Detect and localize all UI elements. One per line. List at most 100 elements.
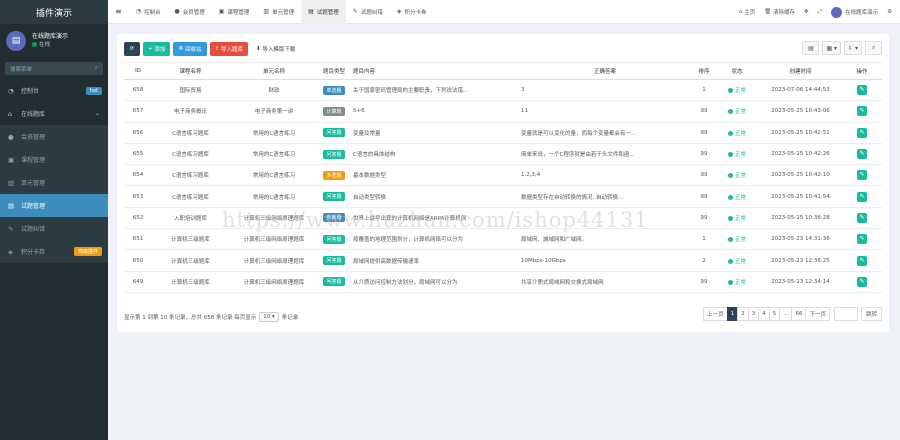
correct-answer: 变量就是可以变化的量，而每个变量都会有一...: [521, 130, 637, 137]
edit-icon[interactable]: ✎: [857, 255, 867, 266]
table-cell: 正常: [715, 271, 759, 293]
app-logo[interactable]: 插件演示: [0, 0, 108, 24]
sidebar-item-label: 在线题库: [21, 111, 46, 118]
sort-value: 99: [700, 193, 708, 200]
table-cell: 多选题: [319, 164, 349, 187]
table-cell: 657: [124, 100, 152, 123]
avatar[interactable]: ▤: [6, 31, 26, 51]
status-label: 正常: [734, 279, 746, 286]
column-header[interactable]: 操作: [842, 62, 882, 80]
sidebar-item-2[interactable]: ● 会员管理: [0, 125, 108, 148]
home-link[interactable]: ⌂ 主页: [739, 8, 755, 16]
tab-6[interactable]: ◈ 积分卡券: [390, 0, 434, 24]
sidebar-item-4[interactable]: ▥ 单元管理: [0, 171, 108, 194]
row-id: 653: [132, 193, 144, 200]
edit-icon[interactable]: ✎: [857, 212, 867, 223]
table-row[interactable]: 656 C语言练习题库 常用的C语言练习 问答题 变量及常量 变量就是可以变化的量，而每个…: [124, 122, 882, 144]
edit-icon[interactable]: ✎: [857, 127, 867, 138]
column-header[interactable]: 排序: [693, 62, 715, 80]
edit-icon[interactable]: ✎: [857, 149, 867, 160]
tab-3[interactable]: ▥ 单元管理: [256, 0, 301, 24]
column-header[interactable]: 题目内容: [349, 62, 517, 80]
tab-4[interactable]: ▤ 试题管理: [301, 0, 346, 24]
table-cell: 正常: [715, 143, 759, 166]
table-row[interactable]: 652 入职培训题库 计算机三级网络原理题库 判断题 世界上最早出现的计算机网络是ARP…: [124, 207, 882, 230]
table-row[interactable]: 651 计算机三级题库 计算机三级网络原理题库 问答题 按覆盖的地理范围划分，计算机网络…: [124, 228, 882, 251]
sidebar-item-0[interactable]: ◔ 控制台 hot: [0, 79, 108, 102]
row-id: 654: [132, 172, 144, 179]
template-download-link[interactable]: ⬇ 导入模版下载: [251, 42, 300, 56]
tab-label: 积分卡券: [404, 9, 427, 16]
page-button[interactable]: ...: [779, 307, 793, 321]
table-cell: 变量就是可以变化的量，而每个变量都会有一...: [517, 122, 693, 144]
jump-page-input[interactable]: [833, 307, 858, 321]
recycle-button[interactable]: ♻ 回收站: [173, 41, 207, 56]
edit-icon[interactable]: ✎: [857, 106, 867, 117]
menu-search-input[interactable]: 搜索菜单 ⌕: [5, 62, 103, 75]
table-row[interactable]: 650 计算机三级题库 计算机三级网络原理题库 问答题 局域网提供高数据传输速率 10Mb…: [124, 249, 882, 272]
tab-5[interactable]: ✎ 试题纠错: [346, 0, 390, 24]
search-toggle-button[interactable]: ⌕: [865, 41, 882, 55]
table-cell: 世界上最早出现的计算机网络是ARPA计算机网: [349, 207, 517, 230]
export-button[interactable]: ⇩ ▾: [844, 41, 862, 55]
page-size-value: 10: [263, 314, 271, 320]
edit-icon[interactable]: ✎: [857, 85, 867, 96]
next-page-button[interactable]: 下一页: [805, 307, 830, 321]
created-time: 2023-05-25 10:42:51: [771, 129, 830, 136]
column-header[interactable]: 正确答案: [517, 62, 693, 80]
table-cell: 650: [124, 249, 152, 272]
user-menu[interactable]: 在线题库演示: [831, 6, 878, 18]
table-row[interactable]: 653 C语言练习题库 常用的C语言练习 问答题 自动类型转换 数据类型存在自动转换的情况…: [124, 185, 882, 208]
table-cell: 常用的C语言练习: [229, 164, 319, 187]
columns-button[interactable]: ▦ ▾: [822, 41, 842, 55]
sidebar-item-3[interactable]: ▣ 课程管理: [0, 148, 108, 171]
table-cell: 自动类型转换: [349, 185, 517, 208]
add-button[interactable]: + 添加: [143, 41, 171, 56]
column-header[interactable]: 题目类型: [319, 62, 349, 80]
table-row[interactable]: 649 计算机三级题库 计算机三级网络原理题库 问答题 从介质访问控制方法划分，局域网可…: [124, 271, 882, 293]
tab-2[interactable]: ▣ 课程管理: [212, 0, 257, 24]
edit-icon[interactable]: ✎: [857, 276, 867, 287]
settings-icon[interactable]: ⚙: [887, 9, 892, 15]
table-cell: 2023-05-23 12:36:25: [759, 249, 842, 272]
question-content: 从介质访问控制方法划分，局域网可以分为: [353, 279, 458, 286]
sidebar-item-6[interactable]: ✎ 试题纠错: [0, 217, 108, 240]
search-icon[interactable]: ⌕: [95, 65, 98, 72]
tab-1[interactable]: ● 会员管理: [167, 0, 211, 24]
menu-toggle-icon[interactable]: ≡: [108, 0, 129, 24]
expand-icon[interactable]: ⤢: [818, 9, 822, 16]
top-navbar: ≡ ◔ 控制台 ● 会员管理 ▣ 课程管理 ▥ 单元管理 ▤ 试题管理 ✎ 试题纠错 ◈ 积分卡券 ⌂ 主…: [108, 0, 900, 24]
jump-button[interactable]: 跳转: [860, 307, 882, 321]
column-header[interactable]: 单元名称: [229, 62, 319, 80]
page-size-select[interactable]: 10 ▾: [259, 312, 279, 322]
edit-icon[interactable]: ✎: [857, 234, 867, 245]
fullscreen-icon[interactable]: ✥: [804, 9, 809, 15]
row-id: 657: [132, 108, 144, 115]
column-header[interactable]: 课程名称: [152, 62, 229, 80]
table-row[interactable]: 657 电子商务概论 电子商务第一讲 计算题 5+6 11 99 正常 2023-05-25 1…: [124, 100, 882, 123]
status-dot-icon: [727, 152, 733, 158]
table-row[interactable]: 658 国际贸易 财政 单选题 关于国家密码管理局的主要职责，下列说法错... 3 1 正常 2…: [124, 79, 882, 102]
sidebar-item-7[interactable]: ◈ 积分卡券 高级插件: [0, 240, 108, 263]
edit-icon[interactable]: ✎: [857, 191, 867, 202]
table-row[interactable]: 654 C语言练习题库 常用的C语言练习 多选题 基本数据类型 1,2,3,4 99 正常 20…: [124, 164, 882, 187]
toggle-view-button[interactable]: ▤: [802, 41, 820, 55]
table-cell: 11: [517, 100, 693, 123]
column-header[interactable]: ID: [124, 62, 152, 80]
column-header[interactable]: 状态: [715, 62, 759, 80]
tab-0[interactable]: ◔ 控制台: [129, 0, 168, 24]
type-badge: 问答题: [323, 256, 345, 266]
refresh-button[interactable]: ⟳: [124, 41, 140, 56]
column-header[interactable]: 创建时间: [759, 62, 842, 80]
table-row[interactable]: 655 C语言练习题库 常用的C语言练习 问答题 C语言的具体结构 简单来说，一个C程序就…: [124, 143, 882, 166]
clear-cache-button[interactable]: 🗑 清除缓存: [764, 8, 795, 16]
edit-icon[interactable]: ✎: [857, 170, 867, 181]
import-button[interactable]: ⇪ 导入题库: [209, 41, 248, 56]
unit-name: 财政: [268, 88, 280, 95]
page-button[interactable]: 66: [791, 307, 807, 321]
prev-page-button[interactable]: 上一页: [703, 307, 728, 321]
table-cell: 计算机三级题库: [152, 249, 229, 272]
sidebar-item-5[interactable]: ▤ 试题管理: [0, 194, 108, 217]
unit-name: 电子商务第一讲: [254, 109, 294, 116]
sidebar-item-1[interactable]: ⌂ 在线题库 ⌄: [0, 102, 108, 125]
